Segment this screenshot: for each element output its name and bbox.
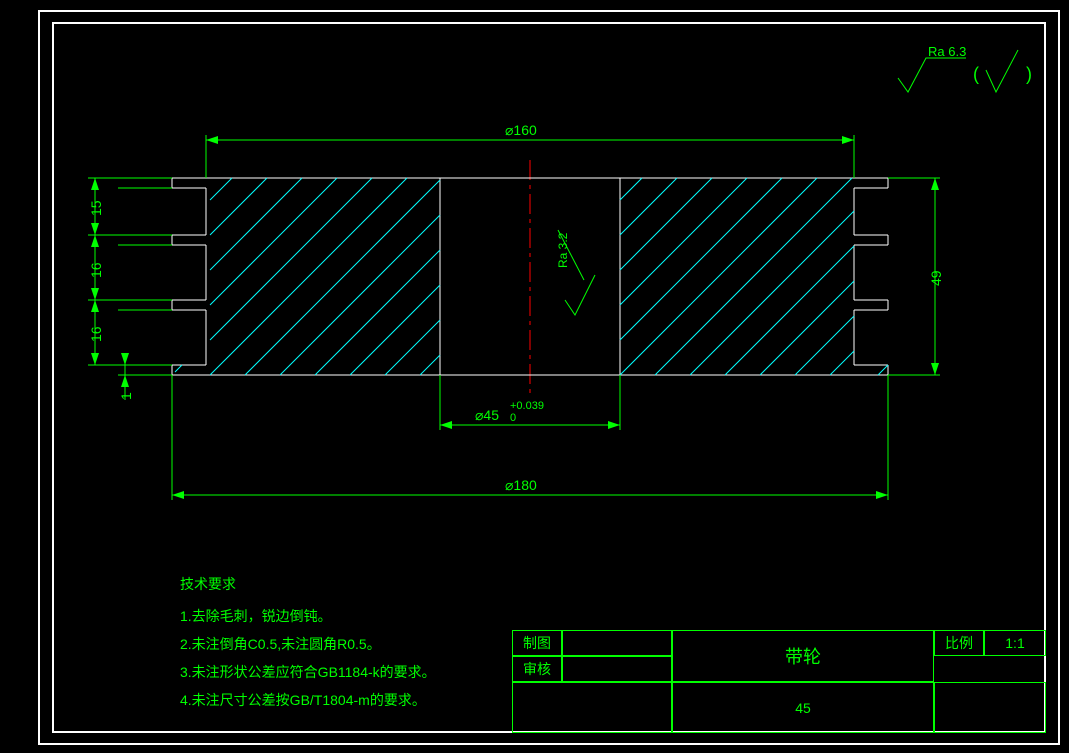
- tech-req-item: 3.未注形状公差应符合GB1184-k的要求。: [180, 658, 436, 686]
- tb-blank-right: [934, 682, 1046, 733]
- tb-checked-by-value: [562, 656, 672, 682]
- tech-req-title: 技术要求: [180, 570, 436, 598]
- tb-blank-cell: [512, 682, 672, 733]
- dim-h49: 49: [928, 270, 944, 286]
- tech-req-item: 1.去除毛刺，锐边倒钝。: [180, 602, 436, 630]
- dim-v16a: 16: [88, 262, 104, 278]
- dim-d45-tol-upper: +0.039: [510, 400, 544, 412]
- surface-finish-ra63-text: Ra 6.3: [928, 44, 966, 59]
- tb-drawn-by-label: 制图: [512, 630, 562, 656]
- dim-d45-tol-lower: 0: [510, 412, 516, 424]
- technical-requirements: 技术要求 1.去除毛刺，锐边倒钝。 2.未注倒角C0.5,未注圆角R0.5。 3…: [180, 570, 436, 714]
- dim-v15: 15: [88, 200, 104, 216]
- tech-req-item: 4.未注尺寸公差按GB/T1804-m的要求。: [180, 686, 436, 714]
- dim-v16b: 16: [88, 326, 104, 342]
- tb-checked-by-label: 审核: [512, 656, 562, 682]
- tb-blank-scale2: [934, 630, 1046, 656]
- tb-material: 45: [672, 682, 934, 733]
- dim-d160: ⌀160: [505, 122, 537, 139]
- dim-d45: ⌀45: [475, 407, 499, 424]
- dim-d180: ⌀180: [505, 477, 537, 494]
- surface-finish-symbol: Ra 6.3 ( ): [898, 50, 1038, 108]
- tb-part-name: 带轮: [672, 630, 934, 682]
- paren-open: (: [973, 64, 979, 84]
- title-block: 制图 审核 带轮 45 比例 1:1: [512, 630, 1046, 733]
- tech-req-item: 2.未注倒角C0.5,未注圆角R0.5。: [180, 630, 436, 658]
- dim-v1: 1: [118, 392, 134, 400]
- tb-drawn-by-value: [562, 630, 672, 656]
- dim-ra32: Ra 3.2: [556, 233, 570, 268]
- paren-close: ): [1026, 64, 1032, 84]
